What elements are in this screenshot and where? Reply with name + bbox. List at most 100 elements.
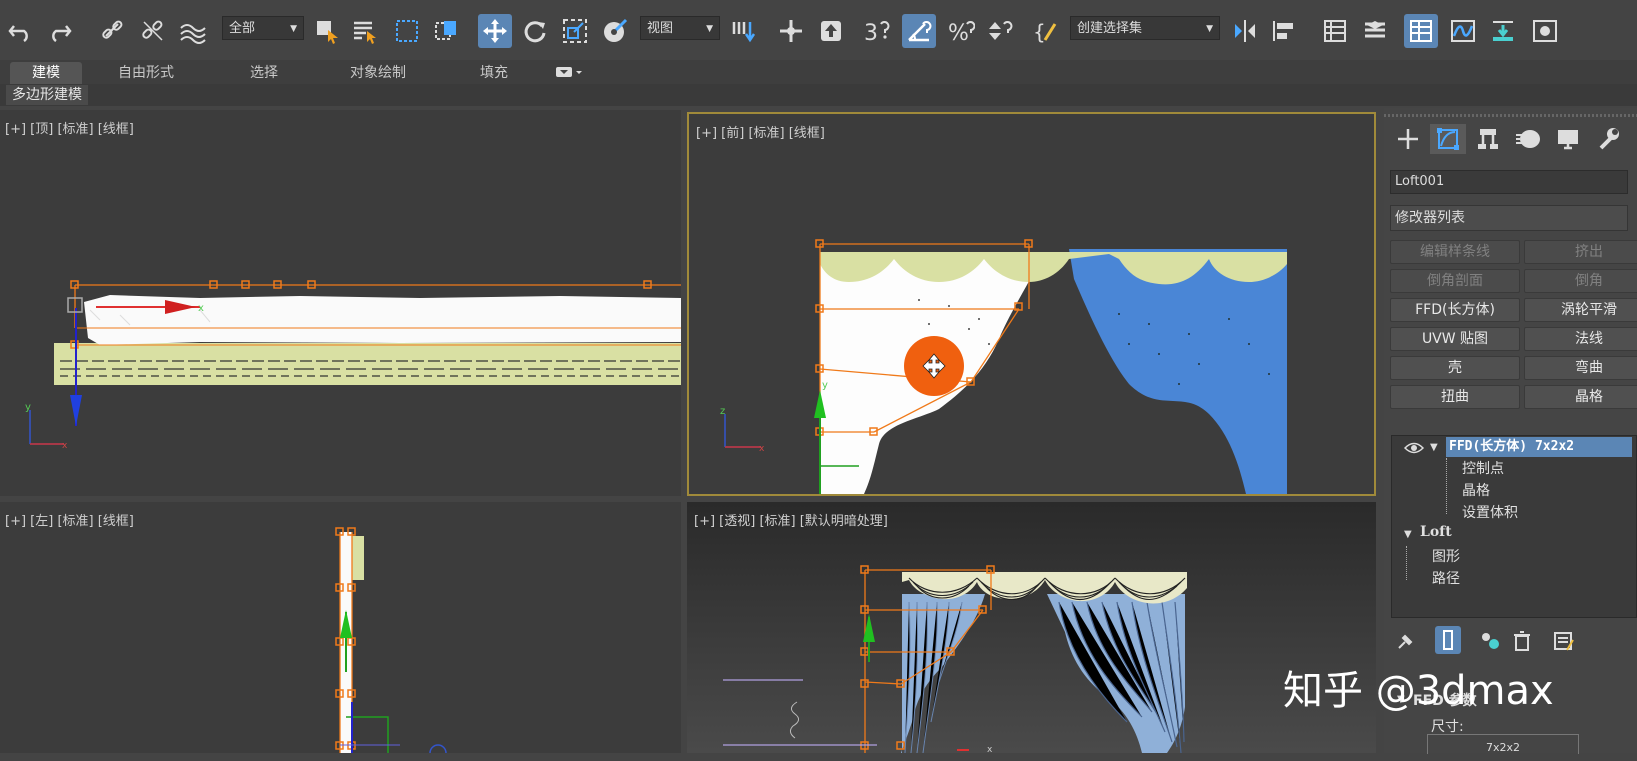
reference-coord-dropdown[interactable]: 视图 ▼: [640, 16, 720, 40]
svg-text:x: x: [759, 444, 765, 454]
show-end-result-icon[interactable]: [1435, 626, 1461, 654]
viewport-left[interactable]: [+] [左] [标准] [线框]: [0, 502, 681, 753]
scene-explorer-icon[interactable]: [1404, 14, 1438, 48]
object-name-field[interactable]: Loft001: [1390, 170, 1628, 194]
select-object-icon[interactable]: [310, 14, 344, 48]
pin-stack-icon[interactable]: [1395, 630, 1417, 656]
select-by-name-icon[interactable]: [348, 14, 382, 48]
svg-text:3: 3: [864, 21, 878, 44]
stack-item-path[interactable]: 路径: [1432, 568, 1460, 588]
undo-icon[interactable]: [4, 14, 38, 48]
make-unique-icon[interactable]: [1479, 630, 1501, 656]
stack-item-lattice[interactable]: 晶格: [1462, 480, 1490, 500]
tab-selection[interactable]: 选择: [250, 62, 278, 84]
layer-manager-icon[interactable]: [1358, 14, 1392, 48]
display-tab-icon[interactable]: [1550, 124, 1586, 154]
align-icon[interactable]: [1268, 14, 1302, 48]
mirror-icon[interactable]: [1228, 14, 1262, 48]
ribbon-options-button[interactable]: [554, 62, 588, 84]
svg-text:x: x: [62, 441, 68, 451]
ribbon-tab-bar: 建模 自由形式 选择 对象绘制 填充: [0, 60, 1637, 84]
remove-modifier-icon[interactable]: [1511, 630, 1533, 656]
rotate-icon[interactable]: [518, 14, 552, 48]
manipulate-icon[interactable]: [774, 14, 808, 48]
snap-3d-icon[interactable]: 3: [860, 14, 894, 48]
svg-text:y: y: [822, 380, 828, 391]
chevron-down-icon: ▼: [706, 24, 713, 34]
polygon-modeling-panel[interactable]: 多边形建模: [6, 85, 88, 105]
modifier-button[interactable]: UVW 贴图: [1390, 327, 1520, 351]
window-crossing-icon[interactable]: [430, 14, 464, 48]
tab-populate[interactable]: 填充: [480, 62, 508, 84]
bind-spacewarp-icon[interactable]: [176, 14, 210, 48]
ribbon-panel-bar: [0, 84, 1637, 106]
viewport-top[interactable]: [+] [顶] [标准] [线框] x y x: [0, 110, 681, 496]
scale-icon[interactable]: [558, 14, 592, 48]
stack-item-shape[interactable]: 图形: [1432, 546, 1460, 566]
spinner-snap-icon[interactable]: [982, 14, 1016, 48]
stack-item-ffd[interactable]: FFD(长方体) 7x2x2: [1446, 437, 1632, 457]
move-icon[interactable]: [478, 14, 512, 48]
viewport-perspective[interactable]: [+] [透视] [标准] [默认明暗处理] x: [687, 502, 1376, 753]
named-selection-dropdown[interactable]: 创建选择集 ▼: [1070, 16, 1220, 40]
left-view-geometry: [335, 527, 447, 753]
modifier-button[interactable]: 挤出: [1524, 240, 1637, 264]
motion-tab-icon[interactable]: [1510, 124, 1546, 154]
stack-item-set-volume[interactable]: 设置体积: [1462, 502, 1518, 522]
modifier-button[interactable]: 扭曲: [1390, 385, 1520, 409]
unlink-icon[interactable]: [136, 14, 170, 48]
collapse-arrow-icon[interactable]: ▼: [1430, 442, 1438, 453]
rect-region-icon[interactable]: [390, 14, 424, 48]
selection-filter-value: 全部: [229, 21, 256, 36]
panel-grip[interactable]: [1384, 114, 1637, 117]
link-icon[interactable]: [96, 14, 130, 48]
layer-explorer-icon[interactable]: [1318, 14, 1352, 48]
modify-tab-icon[interactable]: [1430, 124, 1466, 154]
stack-item-loft[interactable]: Loft: [1420, 524, 1452, 540]
modifier-button[interactable]: 编辑样条线: [1390, 240, 1520, 264]
modifier-list-dropdown[interactable]: 修改器列表: [1390, 205, 1628, 231]
collapse-arrow-icon[interactable]: ▼: [1404, 529, 1412, 540]
svg-text:z: z: [720, 406, 725, 417]
reference-coord-value: 视图: [647, 21, 674, 36]
material-editor-icon[interactable]: [1528, 14, 1562, 48]
create-tab-icon[interactable]: [1390, 124, 1426, 154]
utilities-tab-icon[interactable]: [1590, 124, 1626, 154]
curve-editor-icon[interactable]: [1446, 14, 1480, 48]
modifier-button[interactable]: 晶格: [1524, 385, 1637, 409]
schematic-icon[interactable]: [1486, 14, 1520, 48]
svg-text:y: y: [25, 402, 31, 413]
top-view-geometry: x y x: [25, 280, 681, 451]
modifier-button[interactable]: 涡轮平滑: [1524, 298, 1637, 322]
configure-sets-icon[interactable]: [1553, 630, 1575, 656]
selection-filter-dropdown[interactable]: 全部 ▼: [222, 16, 304, 40]
angle-snap-icon[interactable]: [902, 14, 936, 48]
percent-snap-icon[interactable]: %: [944, 14, 978, 48]
modifier-button[interactable]: 壳: [1390, 356, 1520, 380]
modifier-button[interactable]: FFD(长方体): [1390, 298, 1520, 322]
modifier-button[interactable]: 倒角剖面: [1390, 269, 1520, 293]
eye-icon[interactable]: [1403, 440, 1425, 459]
redo-icon[interactable]: [42, 14, 76, 48]
keyboard-shortcut-icon[interactable]: [814, 14, 848, 48]
pivot-icon[interactable]: [726, 14, 760, 48]
named-selection-value: 创建选择集: [1077, 21, 1143, 36]
svg-text:{: {: [1033, 20, 1046, 44]
modifier-button[interactable]: 弯曲: [1524, 356, 1637, 380]
tab-modeling[interactable]: 建模: [10, 62, 82, 84]
chevron-down-icon: ▼: [290, 24, 297, 34]
modifier-button[interactable]: 法线: [1524, 327, 1637, 351]
stack-item-control-points[interactable]: 控制点: [1462, 458, 1504, 478]
svg-text:%: %: [948, 21, 969, 44]
tab-object-paint[interactable]: 对象绘制: [350, 62, 406, 84]
command-panel: Loft001 修改器列表 编辑样条线 挤出 倒角剖面 倒角 FFD(长方体) 涡轮平滑 U…: [1384, 108, 1637, 753]
edit-named-sets-icon[interactable]: {: [1030, 14, 1064, 48]
hierarchy-tab-icon[interactable]: [1470, 124, 1506, 154]
viewport-front[interactable]: [+] [前] [标准] [线框] y z x: [687, 112, 1376, 496]
tab-freeform[interactable]: 自由形式: [118, 62, 174, 84]
modifier-stack[interactable]: ▼ FFD(长方体) 7x2x2 控制点 晶格 设置体积 ▼ Loft 图形 路…: [1391, 435, 1637, 618]
modifier-button[interactable]: 倒角: [1524, 269, 1637, 293]
place-icon[interactable]: [598, 14, 632, 48]
front-view-geometry: y z x: [720, 239, 1287, 494]
svg-text:x: x: [987, 745, 993, 753]
